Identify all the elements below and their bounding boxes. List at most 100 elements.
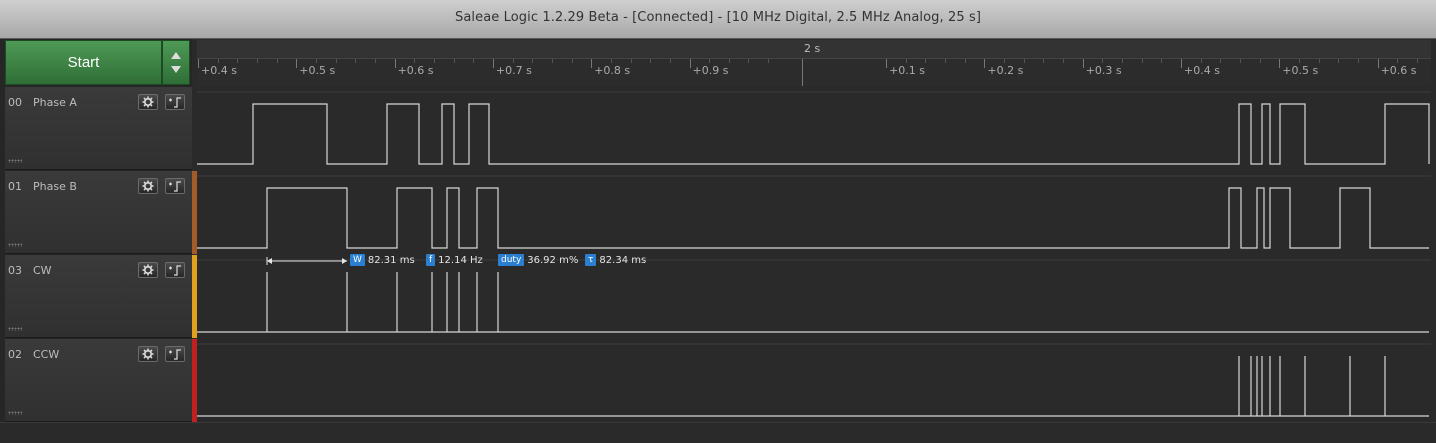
- tick-mark-minor: [1357, 59, 1359, 63]
- tick-mark-minor: [453, 59, 455, 63]
- channel-color-strip: [192, 255, 197, 338]
- channel-row[interactable]: 01 Phase B: [5, 171, 192, 254]
- tick-mark-minor: [217, 59, 219, 63]
- tick-mark-minor: [905, 59, 907, 63]
- trigger-icon: [169, 181, 181, 192]
- channel-settings-button[interactable]: [138, 94, 158, 110]
- tick-mark-minor: [355, 59, 357, 63]
- tick-mark-minor: [1318, 59, 1320, 63]
- tick-mark: [886, 59, 888, 68]
- tick-mark-minor: [1043, 59, 1045, 63]
- tick-mark-minor: [748, 59, 750, 63]
- tick-mark-minor: [414, 59, 416, 63]
- measurement-width-icon: W: [350, 254, 365, 266]
- channel-number: 02: [8, 348, 22, 361]
- tick-mark: [296, 59, 298, 68]
- tick-mark-minor: [610, 59, 612, 63]
- window-title: Saleae Logic 1.2.29 Beta - [Connected] -…: [454, 10, 982, 25]
- tick-mark-minor: [433, 59, 435, 63]
- chevron-up-icon: [171, 52, 181, 59]
- start-button[interactable]: Start: [5, 40, 162, 85]
- tick-mark-minor: [1397, 59, 1399, 63]
- drag-handle-icon[interactable]: [8, 243, 22, 247]
- start-options-button[interactable]: [162, 40, 190, 85]
- tick-mark-minor: [630, 59, 632, 63]
- gear-icon: [142, 264, 154, 276]
- channel-name[interactable]: Phase B: [33, 180, 77, 193]
- tick-mark: [689, 59, 691, 68]
- channel-color-strip: [192, 171, 197, 254]
- channel-color-strip: [192, 87, 197, 170]
- tick-mark: [591, 59, 593, 68]
- channel-number: 01: [8, 180, 22, 193]
- tick-mark-minor: [768, 59, 770, 63]
- tick-label: +0.8 s: [594, 64, 631, 77]
- drag-handle-icon[interactable]: [8, 411, 22, 415]
- tick-mark-minor: [650, 59, 652, 63]
- tick-label: +0.1 s: [889, 64, 926, 77]
- gear-icon: [142, 180, 154, 192]
- drag-handle-icon[interactable]: [8, 159, 22, 163]
- tick-mark: [394, 59, 396, 68]
- tick-label: +0.3 s: [1085, 64, 1122, 77]
- title-bar: Saleae Logic 1.2.29 Beta - [Connected] -…: [0, 0, 1436, 39]
- tick-mark-minor: [1122, 59, 1124, 63]
- tick-mark-minor: [1259, 59, 1261, 63]
- channel-settings-button[interactable]: [138, 346, 158, 362]
- tick-label: +0.5 s: [1282, 64, 1319, 77]
- tick-label: +0.2 s: [987, 64, 1024, 77]
- measurement-period[interactable]: τ 82.34 ms: [585, 254, 646, 268]
- trigger-button[interactable]: [165, 262, 185, 278]
- channel-name[interactable]: Phase A: [33, 96, 77, 109]
- tick-mark-minor: [1063, 59, 1065, 63]
- measurement-period-value: 82.34 ms: [599, 254, 647, 266]
- tick-mark-minor: [571, 59, 573, 63]
- measurement-frequency[interactable]: f 12.14 Hz: [426, 254, 483, 268]
- tick-mark: [1181, 59, 1182, 68]
- tick-label: +0.9 s: [692, 64, 729, 77]
- channel-name[interactable]: CW: [33, 264, 52, 277]
- tick-mark-minor: [1161, 59, 1163, 63]
- channel-row[interactable]: 00 Phase A: [5, 87, 192, 170]
- trigger-button[interactable]: [165, 346, 185, 362]
- tick-mark-minor: [237, 59, 239, 63]
- tick-mark-minor: [1338, 59, 1340, 63]
- time-ruler[interactable]: 2 s +0.4 s +0.5 s +0.6 s +0.7 s +0.8 s +0.9 s…: [197, 39, 1431, 88]
- tick-mark-minor: [473, 59, 475, 63]
- tick-mark-minor: [1239, 59, 1241, 63]
- tick-mark-minor: [964, 59, 966, 63]
- tick-mark-minor: [1416, 59, 1418, 63]
- drag-handle-icon[interactable]: [8, 327, 22, 331]
- measurement-frequency-icon: f: [426, 254, 436, 266]
- tick-label: +0.6 s: [1380, 64, 1417, 77]
- tick-mark-minor: [551, 59, 553, 63]
- tick-mark: [492, 59, 494, 68]
- tick-mark-minor: [669, 59, 671, 63]
- channel-number: 00: [8, 96, 22, 109]
- channel-name[interactable]: CCW: [33, 348, 59, 361]
- trigger-icon: [169, 97, 181, 108]
- trigger-button[interactable]: [165, 178, 185, 194]
- gear-icon: [142, 96, 154, 108]
- tick-mark: [198, 59, 199, 68]
- tick-mark: [1377, 59, 1379, 68]
- trigger-button[interactable]: [165, 94, 185, 110]
- channel-trace-area: [197, 170, 1431, 253]
- tick-mark-minor: [1200, 59, 1202, 63]
- tick-mark-minor: [374, 59, 376, 63]
- tick-label: +0.7 s: [495, 64, 532, 77]
- measurement-width[interactable]: W 82.31 ms: [350, 254, 415, 268]
- channel-trace-area: [197, 338, 1431, 421]
- tick-mark-minor: [276, 59, 278, 63]
- channel-row[interactable]: 03 CW: [5, 255, 192, 338]
- tick-mark: [1279, 59, 1281, 68]
- time-ruler-main-label: 2 s: [804, 42, 821, 55]
- measurement-duty[interactable]: duty 36.92 m%: [498, 254, 578, 268]
- channel-settings-button[interactable]: [138, 262, 158, 278]
- channel-settings-button[interactable]: [138, 178, 158, 194]
- tick-mark-minor: [1102, 59, 1104, 63]
- measurement-duty-value: 36.92 m%: [527, 254, 579, 266]
- channel-row[interactable]: 02 CCW: [5, 339, 192, 422]
- tick-mark-minor: [532, 59, 534, 63]
- tick-mark-minor: [315, 59, 317, 63]
